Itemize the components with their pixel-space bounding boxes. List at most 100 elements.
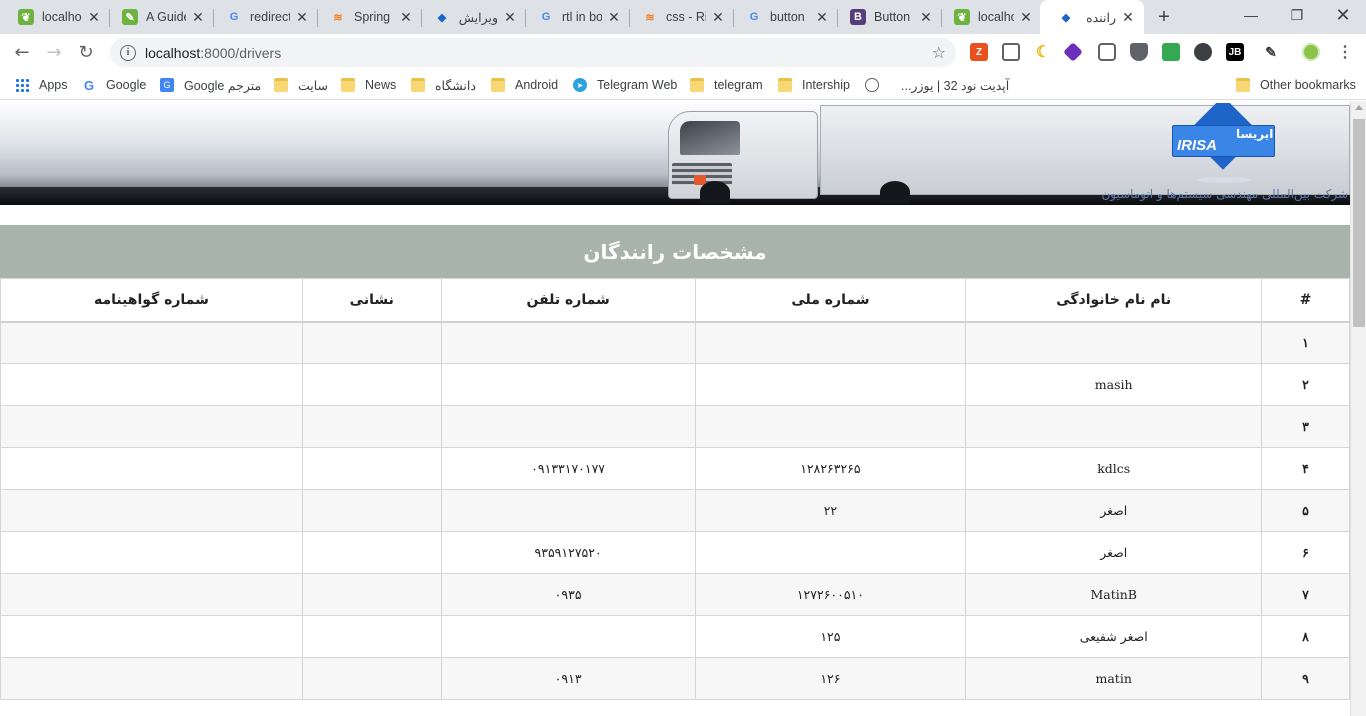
tab[interactable]: B Button ✕ <box>832 0 942 34</box>
tab[interactable]: G redirect ✕ <box>208 0 318 34</box>
bookmark-item[interactable]: G Google مترجم <box>160 76 261 94</box>
extension-icon[interactable]: Z <box>970 43 988 61</box>
driver-name: اصغر شفیعی <box>965 615 1263 658</box>
address-bar[interactable]: i localhost:8000/drivers ☆ <box>110 38 956 67</box>
tab[interactable]: G button ✕ <box>728 0 838 34</box>
bootstrap-icon: B <box>850 9 866 25</box>
bookmark-folder[interactable]: telegram <box>690 76 763 94</box>
other-bookmarks[interactable]: Other bookmarks <box>1236 76 1356 94</box>
new-tab-button[interactable]: + <box>1152 5 1176 29</box>
phone-number: ۹۳۵۹۱۲۷۵۲۰ <box>440 531 696 574</box>
row-number: ۵ <box>1261 489 1350 532</box>
scrollbar-thumb[interactable] <box>1353 119 1365 327</box>
close-icon[interactable]: ✕ <box>1120 9 1136 25</box>
tab-active[interactable]: ◆ راننده ها ✕ <box>1040 0 1144 34</box>
close-icon[interactable]: ✕ <box>190 9 206 25</box>
license-number <box>0 363 303 406</box>
close-icon[interactable]: ✕ <box>814 9 830 25</box>
back-button[interactable]: ← <box>9 39 35 65</box>
close-icon[interactable]: ✕ <box>918 9 934 25</box>
close-icon[interactable]: ✕ <box>398 9 414 25</box>
copy-extension-icon[interactable] <box>1002 43 1020 61</box>
tab[interactable]: G rtl in bo ✕ <box>520 0 630 34</box>
address <box>301 573 442 616</box>
row-number: ۸ <box>1261 615 1350 658</box>
national-id: ۱۲۵ <box>694 615 967 658</box>
close-icon[interactable]: ✕ <box>1018 9 1034 25</box>
extension-icon[interactable] <box>1162 43 1180 61</box>
logo-text: IRISA <box>1177 137 1218 154</box>
folder-icon <box>690 78 704 92</box>
bookmark-folder[interactable]: Android <box>491 76 558 94</box>
shield-icon[interactable] <box>1130 43 1148 61</box>
license-number <box>0 615 303 658</box>
minimize-button[interactable]: — <box>1228 0 1274 30</box>
national-id <box>694 405 967 448</box>
reload-button[interactable]: ↻ <box>73 39 99 65</box>
extension-icon[interactable] <box>1063 42 1083 62</box>
scroll-up-arrow-icon[interactable] <box>1355 105 1363 110</box>
tab[interactable]: ≋ Spring ✕ <box>312 0 422 34</box>
forward-button[interactable]: → <box>41 39 67 65</box>
tab-title: A Guide <box>146 10 186 24</box>
restore-button[interactable]: ❐ <box>1274 0 1320 30</box>
extension-icon[interactable] <box>1194 43 1212 61</box>
close-icon[interactable]: ✕ <box>502 9 518 25</box>
bookmark-star-icon[interactable]: ☆ <box>932 43 946 62</box>
column-header: شماره تلفن <box>440 278 696 323</box>
row-number: ۳ <box>1261 405 1350 448</box>
phone-number <box>440 405 696 448</box>
license-number <box>0 573 303 616</box>
moon-extension-icon[interactable]: ☾ <box>1034 43 1052 61</box>
close-icon[interactable]: ✕ <box>86 9 102 25</box>
license-number <box>0 321 303 364</box>
folder-icon <box>341 78 355 92</box>
phone-number: ۰۹۱۳ <box>440 657 696 700</box>
close-icon[interactable]: ✕ <box>294 9 310 25</box>
close-icon[interactable]: ✕ <box>710 9 726 25</box>
tab-title: localhost <box>42 10 82 24</box>
tab[interactable]: ❦ localhost ✕ <box>0 0 110 34</box>
row-number: ۲ <box>1261 363 1350 406</box>
driver-name: MatinB <box>965 573 1263 616</box>
bookmark-item[interactable]: ➤ Telegram Web <box>573 76 677 94</box>
telegram-icon: ➤ <box>573 78 587 92</box>
bookmark-folder[interactable]: Intership <box>778 76 850 94</box>
bookmark-folder[interactable]: سایت <box>274 76 328 94</box>
jetbrains-icon[interactable]: JB <box>1226 43 1244 61</box>
driver-name <box>965 405 1263 448</box>
tab-strip: ❦ localhost ✕ ✎ A Guide ✕ G redirect ✕ ≋… <box>0 0 1366 34</box>
window-close-button[interactable]: ✕ <box>1320 0 1366 30</box>
license-number <box>0 405 303 448</box>
tab-title: button <box>770 10 805 24</box>
tab[interactable]: ❦ localhost ✕ <box>936 0 1042 34</box>
table-row: ۸ اصغر شفیعی ۱۲۵ <box>0 615 1350 658</box>
folder-icon <box>491 78 505 92</box>
apps-grid-icon <box>15 78 29 92</box>
license-number <box>0 489 303 532</box>
site-info-icon[interactable]: i <box>120 44 136 61</box>
national-id: ۱۲۸۲۶۳۲۶۵ <box>694 447 967 490</box>
bookmark-item[interactable]: آپدیت نود 32 | یوزر... <box>865 76 1009 94</box>
bookmark-folder[interactable]: دانشگاه <box>411 76 476 94</box>
column-header: # <box>1261 278 1350 323</box>
stackoverflow-icon: ≋ <box>645 11 655 24</box>
tab[interactable]: ✎ A Guide ✕ <box>104 0 214 34</box>
profile-avatar[interactable] <box>1302 43 1320 61</box>
menu-icon[interactable]: ⋮ <box>1336 43 1354 61</box>
tab[interactable]: ◆ ویرایش ✕ <box>416 0 526 34</box>
google-icon: G <box>229 11 239 23</box>
address <box>301 363 442 406</box>
browser-toolbar: ← → ↻ i localhost:8000/drivers ☆ Z ☾ JB … <box>0 34 1366 70</box>
table-row: ۷ MatinB ۱۲۷۲۶۰۰۵۱۰ ۰۹۳۵ <box>0 573 1350 616</box>
bookmark-item[interactable]: G Google <box>82 76 146 94</box>
bookmark-folder[interactable]: News <box>341 76 396 94</box>
close-icon[interactable]: ✕ <box>606 9 622 25</box>
folder-icon <box>411 78 425 92</box>
page-scrollbar[interactable] <box>1350 101 1366 716</box>
pocket-icon[interactable] <box>1098 43 1116 61</box>
bookmark-item[interactable]: Apps <box>15 76 68 94</box>
eyedropper-icon[interactable]: ✎ <box>1262 43 1280 61</box>
tab[interactable]: ≋ css - Ri ✕ <box>624 0 734 34</box>
license-number <box>0 447 303 490</box>
